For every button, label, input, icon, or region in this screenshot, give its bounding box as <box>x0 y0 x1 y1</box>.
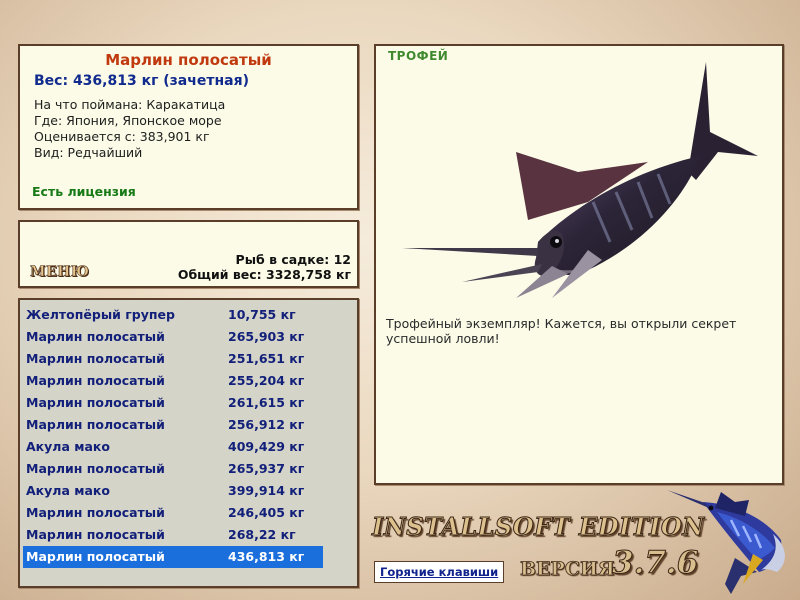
catch-fish-weight: 10,755 кг <box>228 307 296 322</box>
catch-fish-weight: 265,903 кг <box>228 329 305 344</box>
keepnet-panel: МЕНЮ Рыб в садке: 12 Общий вес: 3328,758… <box>18 220 359 288</box>
location-info: Где: Япония, Японское море <box>34 113 222 128</box>
trophy-title: ТРОФЕЙ <box>388 49 449 63</box>
fish-count: Рыб в садке: 12 <box>235 252 351 267</box>
catch-list-row[interactable]: Марлин полосатый 256,912 кг <box>23 414 323 436</box>
catch-list-row[interactable]: Марлин полосатый 246,405 кг <box>23 502 323 524</box>
bait-info: На что поймана: Каракатица <box>34 97 226 112</box>
license-status: Есть лицензия <box>32 184 136 199</box>
rarity-info: Вид: Редчайший <box>34 145 143 160</box>
fish-weight: Вес: 436,813 кг (зачетная) <box>34 73 249 89</box>
catch-fish-name: Акула мако <box>26 483 110 498</box>
catch-fish-weight: 246,405 кг <box>228 505 305 520</box>
catch-fish-name: Марлин полосатый <box>26 549 165 564</box>
marlin-trophy-icon <box>402 62 758 298</box>
catch-fish-name: Акула мако <box>26 439 110 454</box>
catch-fish-name: Марлин полосатый <box>26 417 165 432</box>
catch-fish-weight: 399,914 кг <box>228 483 305 498</box>
catch-fish-weight: 436,813 кг <box>228 549 305 564</box>
catch-fish-name: Марлин полосатый <box>26 329 165 344</box>
hotkeys-link[interactable]: Горячие клавиши <box>374 561 505 583</box>
total-weight: Общий вес: 3328,758 кг <box>177 267 351 282</box>
catch-list-row[interactable]: Марлин полосатый 268,22 кг <box>23 524 323 546</box>
catch-list-row[interactable]: Марлин полосатый 251,651 кг <box>23 348 323 370</box>
fish-info-panel: Марлин полосатый Вес: 436,813 кг (зачетн… <box>18 44 359 210</box>
catch-list-row[interactable]: Акула мако 409,429 кг <box>23 436 323 458</box>
catch-fish-weight: 251,651 кг <box>228 351 305 366</box>
catch-fish-name: Желтопёрый групер <box>26 307 175 322</box>
catch-fish-name: Марлин полосатый <box>26 395 165 410</box>
catch-list-row[interactable]: Марлин полосатый 265,903 кг <box>23 326 323 348</box>
edition-label: INSTALLSOFT EDITION <box>372 512 705 542</box>
catch-list-row[interactable]: Марлин полосатый 255,204 кг <box>23 370 323 392</box>
catch-list-row[interactable]: Марлин полосатый 265,937 кг <box>23 458 323 480</box>
trophy-panel: ТРОФЕЙ Трофейный экземпляр! Кажется, вы … <box>374 44 784 485</box>
catch-fish-weight: 265,937 кг <box>228 461 305 476</box>
catch-fish-weight: 261,615 кг <box>228 395 305 410</box>
catch-fish-weight: 409,429 кг <box>228 439 305 454</box>
catch-list-row[interactable]: Желтопёрый групер 10,755 кг <box>23 304 323 326</box>
catch-list-row[interactable]: Марлин полосатый 436,813 кг <box>23 546 323 568</box>
catch-fish-weight: 256,912 кг <box>228 417 305 432</box>
fish-name-title: Марлин полосатый <box>105 51 272 69</box>
menu-button[interactable]: МЕНЮ <box>30 264 90 281</box>
catch-list-row[interactable]: Марлин полосатый 261,615 кг <box>23 392 323 414</box>
catch-fish-name: Марлин полосатый <box>26 373 165 388</box>
catch-fish-weight: 255,204 кг <box>228 373 305 388</box>
catch-list[interactable]: Желтопёрый групер 10,755 кг Марлин полосат… <box>23 304 323 568</box>
trophy-description: Трофейный экземпляр! Кажется, вы открыли… <box>386 316 737 346</box>
marlin-logo-icon <box>667 490 785 594</box>
catch-fish-weight: 268,22 кг <box>228 527 296 542</box>
catch-list-panel[interactable]: Желтопёрый групер 10,755 кг Марлин полосат… <box>18 298 359 588</box>
catch-fish-name: Марлин полосатый <box>26 351 165 366</box>
catch-list-row[interactable]: Акула мако 399,914 кг <box>23 480 323 502</box>
catch-fish-name: Марлин полосатый <box>26 505 165 520</box>
catch-fish-name: Марлин полосатый <box>26 461 165 476</box>
valued-from-info: Оценивается с: 383,901 кг <box>34 129 210 144</box>
version-label: ВЕРСИЯ <box>520 558 615 581</box>
catch-fish-name: Марлин полосатый <box>26 527 165 542</box>
